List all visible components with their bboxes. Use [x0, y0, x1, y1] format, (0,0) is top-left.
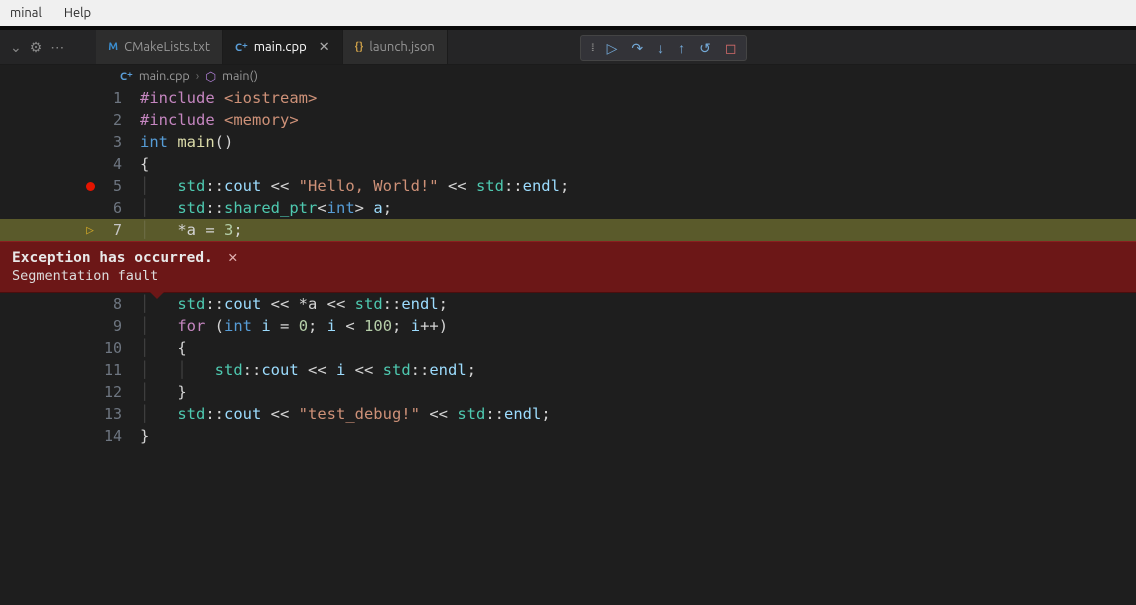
symbol-icon: ⬡ [205, 69, 216, 84]
code-line: 6 │ std::shared_ptr<int> a; [0, 197, 1136, 219]
code-line: 12 │ } [0, 381, 1136, 403]
code-editor[interactable]: 1 #include <iostream> 2 #include <memory… [0, 87, 1136, 447]
line-number: 2 [100, 111, 140, 129]
breadcrumb[interactable]: C⁺ main.cpp › ⬡ main() [0, 65, 1136, 87]
exception-banner: Exception has occurred. ✕ Segmentation f… [0, 241, 1136, 293]
tab-main-cpp[interactable]: C⁺ main.cpp ✕ [223, 30, 343, 64]
line-number: 5 [100, 177, 140, 195]
code-line: 5 │ std::cout << "Hello, World!" << std:… [0, 175, 1136, 197]
cpp-icon: C⁺ [235, 41, 248, 54]
current-line-icon: ▷ [80, 223, 100, 238]
continue-icon[interactable]: ▷ [607, 40, 618, 57]
code-line: 10 │ { [0, 337, 1136, 359]
code-line: 3 int main() [0, 131, 1136, 153]
code-line: 9 │ for (int i = 0; i < 100; i++) [0, 315, 1136, 337]
breadcrumb-file[interactable]: main.cpp [139, 69, 190, 83]
line-number: 6 [100, 199, 140, 217]
tab-label: CMakeLists.txt [124, 40, 210, 54]
menu-terminal[interactable]: minal [6, 4, 46, 22]
line-number: 10 [100, 339, 140, 357]
code-line: 2 #include <memory> [0, 109, 1136, 131]
restart-icon[interactable]: ↺ [699, 40, 711, 57]
grip-icon[interactable]: ⁞⁞ [591, 42, 593, 54]
exception-message: Segmentation fault [12, 268, 1124, 284]
step-out-icon[interactable]: ↑ [678, 40, 685, 56]
code-line: 11 │ │ std::cout << i << std::endl; [0, 359, 1136, 381]
tab-launch-json[interactable]: {} launch.json [343, 30, 448, 64]
more-icon[interactable]: ⋯ [50, 39, 66, 56]
line-number: 8 [100, 295, 140, 313]
line-number: 9 [100, 317, 140, 335]
line-number: 4 [100, 155, 140, 173]
close-icon[interactable]: ✕ [228, 248, 237, 266]
line-number: 11 [100, 361, 140, 379]
json-icon: {} [355, 41, 364, 53]
line-number: 13 [100, 405, 140, 423]
tab-cmakelists[interactable]: M CMakeLists.txt [96, 30, 223, 64]
debug-toolbar: ⁞⁞ ▷ ↷ ↓ ↑ ↺ ◻ [580, 35, 747, 61]
code-line: 4 { [0, 153, 1136, 175]
line-number: 1 [100, 89, 140, 107]
menu-bar: minal Help [0, 0, 1136, 26]
line-number: 12 [100, 383, 140, 401]
line-number: 14 [100, 427, 140, 445]
tab-label: launch.json [369, 40, 434, 54]
breadcrumb-symbol[interactable]: main() [222, 69, 258, 83]
code-line: 13 │ std::cout << "test_debug!" << std::… [0, 403, 1136, 425]
code-line: 14 } [0, 425, 1136, 447]
code-line: 8 │ std::cout << *a << std::endl; [0, 293, 1136, 315]
line-number: 7 [100, 221, 140, 239]
cmake-icon: M [108, 41, 118, 53]
code-line: 1 #include <iostream> [0, 87, 1136, 109]
tab-actions: ⌄ ⚙ ⋯ [0, 30, 76, 64]
line-number: 3 [100, 133, 140, 151]
menu-help[interactable]: Help [60, 4, 95, 22]
close-icon[interactable]: ✕ [319, 40, 330, 55]
stop-icon[interactable]: ◻ [725, 40, 737, 57]
step-over-icon[interactable]: ↷ [631, 40, 643, 57]
chevron-right-icon: › [196, 69, 200, 83]
cpp-icon: C⁺ [120, 70, 133, 83]
code-line-current: ▷ 7 │ *a = 3; [0, 219, 1136, 241]
chevron-down-icon[interactable]: ⌄ [10, 39, 22, 56]
tab-bar: ⌄ ⚙ ⋯ M CMakeLists.txt C⁺ main.cpp ✕ {} … [0, 30, 1136, 65]
gear-icon[interactable]: ⚙ [30, 39, 43, 56]
step-into-icon[interactable]: ↓ [657, 40, 664, 56]
tab-label: main.cpp [254, 40, 307, 54]
exception-pointer-icon [150, 292, 164, 299]
breakpoint-icon[interactable] [80, 177, 100, 195]
exception-title: Exception has occurred. [12, 250, 213, 266]
